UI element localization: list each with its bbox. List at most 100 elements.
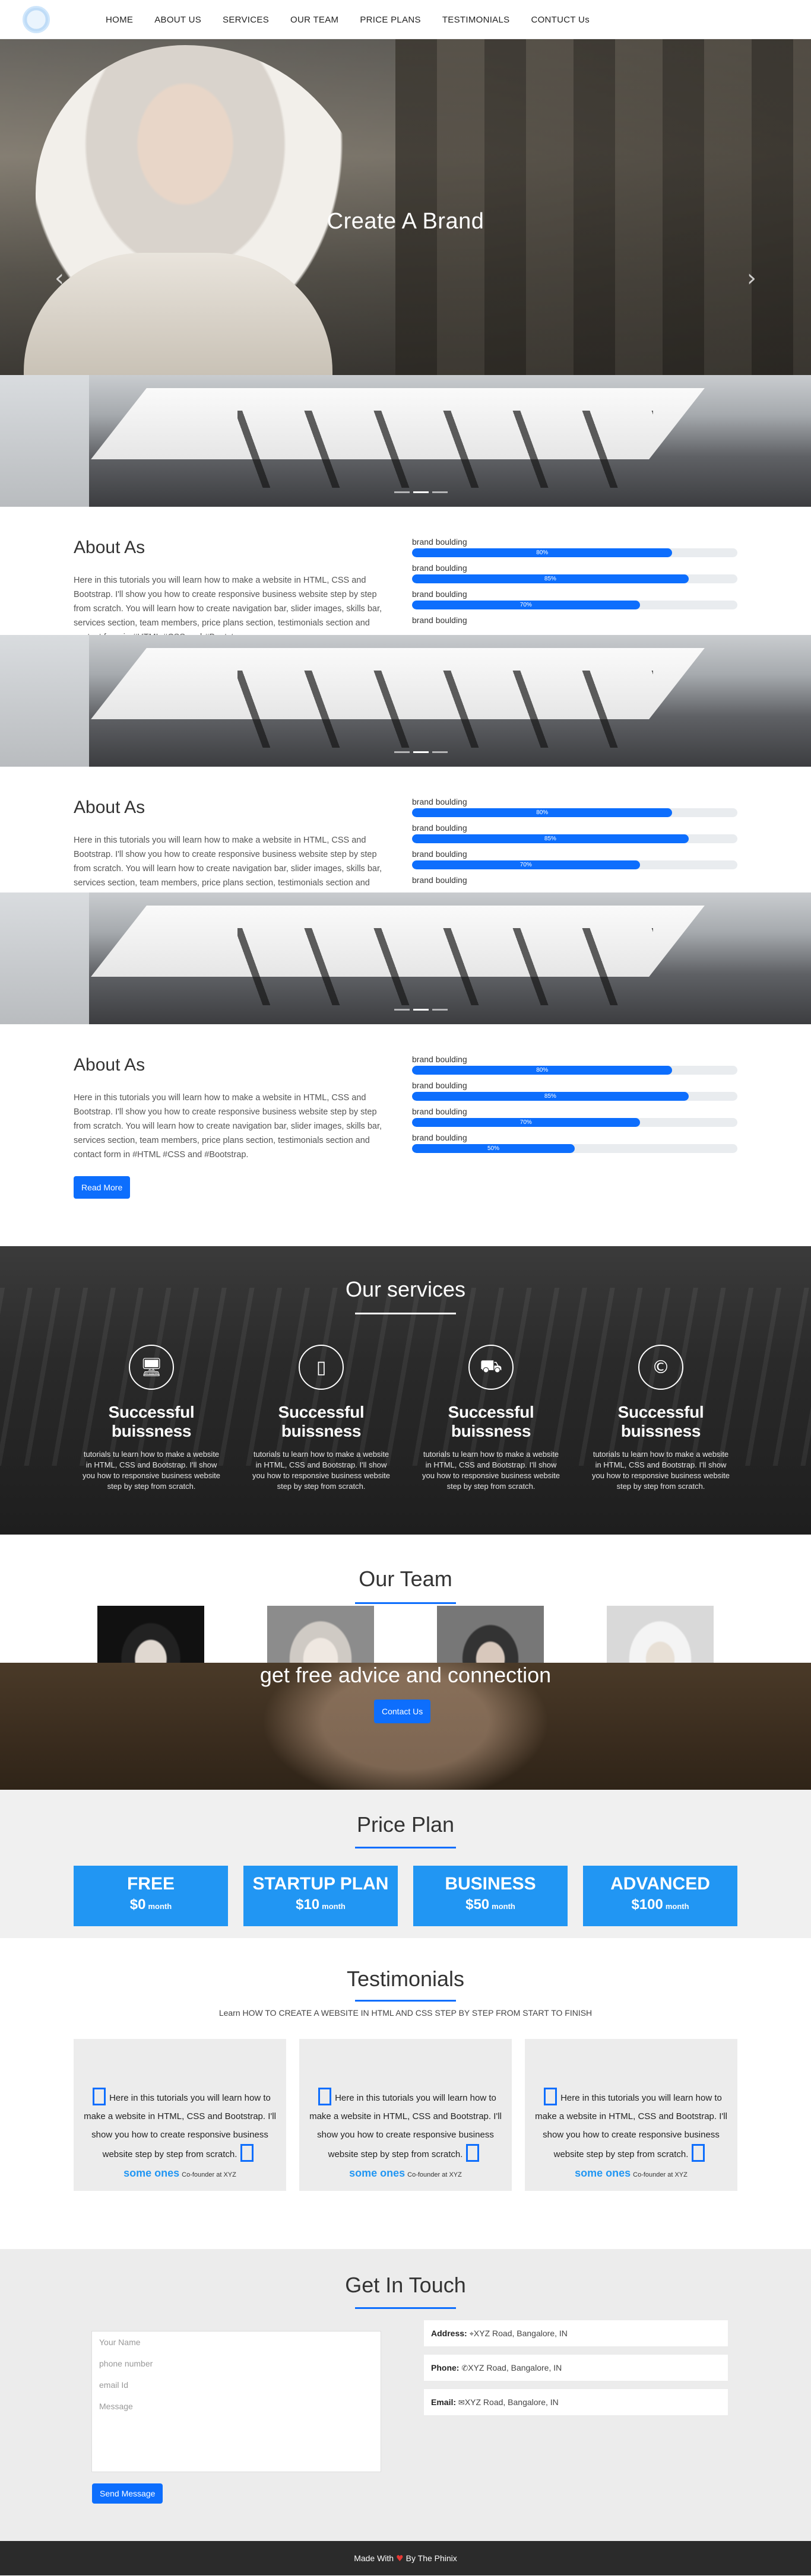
nav-services[interactable]: SERVICES (212, 15, 280, 25)
service-title: Successful buissness (108, 1403, 195, 1440)
testimonials-subtitle: Learn HOW TO CREATE A WEBSITE IN HTML AN… (218, 2008, 593, 2018)
skill-item: brand boulding 70% (412, 1105, 737, 1127)
skill-label: brand boulding (412, 1107, 467, 1116)
slider-indicator[interactable] (432, 491, 448, 493)
progress-fill: 70% (412, 601, 640, 609)
progress-bar: 70% (412, 601, 737, 609)
contact-us-button[interactable]: Contact Us (374, 1700, 431, 1723)
plan-name: ADVANCED (610, 1874, 710, 1894)
logo[interactable] (23, 6, 50, 33)
advice-banner: get free advice and connection Contact U… (0, 1663, 811, 1790)
chevron-right-icon[interactable]: › (747, 265, 756, 292)
plan-amount: $10 (296, 1897, 320, 1913)
progress-bar: 85% (412, 574, 737, 583)
contact-section: Get In Touch Your Name phone number emai… (0, 2249, 811, 2541)
progress-fill: 70% (412, 860, 640, 869)
envelope-icon: ✉ (458, 2399, 465, 2407)
team-section: Our Team (0, 1535, 811, 1663)
contact-title: Get In Touch (345, 2273, 466, 2297)
progress-bar: 85% (412, 1092, 737, 1101)
plan-price: $100 month (583, 1897, 737, 1913)
team-member-photo (267, 1606, 374, 1663)
slider-indicator[interactable] (394, 1009, 410, 1011)
nav-our-team[interactable]: OUR TEAM (280, 15, 349, 25)
footer: Made With ♥ By The Phinix (0, 2541, 811, 2575)
slider-indicator[interactable] (432, 1009, 448, 1011)
price-card[interactable]: STARTUP PLAN $10 month (243, 1866, 398, 1926)
skill-item: brand boulding (412, 614, 737, 627)
conference-slider-2 (0, 635, 811, 767)
skill-label: brand boulding (412, 589, 467, 599)
team-member-photo (437, 1606, 544, 1663)
nav-price-plans[interactable]: PRICE PLANS (349, 15, 432, 25)
nav-testimonials[interactable]: TESTIMONIALS (432, 15, 521, 25)
read-more-button[interactable]: Read More (74, 1176, 131, 1199)
conference-slider-3 (0, 892, 811, 1024)
price-card[interactable]: ADVANCED $100 month (583, 1866, 737, 1926)
slider-chairs (237, 411, 653, 488)
price-card[interactable]: BUSINESS $50 month (413, 1866, 568, 1926)
progress-bar: 70% (412, 1118, 737, 1127)
plan-amount: $0 (129, 1897, 146, 1913)
nav-contact-us[interactable]: CONTUCT Us (520, 15, 600, 25)
slider-indicator[interactable] (413, 751, 429, 753)
testimonial-author: some ones Co-founder at XYZ (299, 2167, 512, 2180)
slider-indicator[interactable] (394, 751, 410, 753)
send-message-button[interactable]: Send Message (92, 2483, 163, 2504)
service-card: ▯ Successful buissness tutorials tu lear… (241, 1345, 401, 1492)
hero-slider: Create A Brand ‹ › (0, 39, 811, 375)
plan-price: $50 month (413, 1897, 568, 1913)
name-field[interactable]: Your Name (92, 2332, 381, 2353)
hero-title: Create A Brand (327, 209, 484, 234)
car-icon: ⛟ (468, 1345, 514, 1390)
plan-period: month (322, 1902, 346, 1911)
slider-indicator[interactable] (413, 491, 429, 493)
map-marker-icon: ⌖ (469, 2330, 474, 2339)
email-field[interactable]: email Id (92, 2374, 381, 2396)
progress-bar: 85% (412, 834, 737, 843)
chevron-left-icon[interactable]: ‹ (55, 265, 64, 292)
slider-wall (0, 375, 89, 507)
price-card[interactable]: FREE $0 month (74, 1866, 228, 1926)
phone-field[interactable]: phone number (92, 2353, 381, 2374)
about-title: About As (74, 538, 145, 557)
testimonial-card: Here in this tutorials you will learn ho… (74, 2039, 286, 2191)
progress-fill: 50% (412, 1144, 575, 1153)
message-field[interactable]: Message (92, 2396, 381, 2472)
skill-item: brand boulding 85% (412, 561, 737, 583)
skill-item: brand boulding 70% (412, 847, 737, 869)
nav-home[interactable]: HOME (95, 15, 144, 25)
plan-period: month (492, 1902, 515, 1911)
conference-slider-1 (0, 375, 811, 507)
slider-indicator[interactable] (432, 751, 448, 753)
address-info: Address: ⌖XYZ Road, Bangalore, IN (424, 2320, 728, 2346)
service-card: 🖥 Successful buissness tutorials tu lear… (71, 1345, 232, 1492)
footer-prefix: Made With (354, 2553, 394, 2563)
nav-about-us[interactable]: ABOUT US (144, 15, 212, 25)
nav-menu: HOME ABOUT US SERVICES OUR TEAM PRICE PL… (95, 0, 600, 39)
service-title: Successful buissness (448, 1403, 534, 1440)
slider-indicator[interactable] (394, 491, 410, 493)
hero-background-building (395, 39, 811, 375)
slider-indicators (394, 751, 448, 753)
testimonial-text: Here in this tutorials you will learn ho… (533, 2088, 729, 2164)
email-info: Email: ✉XYZ Road, Bangalore, IN (424, 2389, 728, 2415)
about-title: About As (74, 798, 145, 817)
service-title: Successful buissness (278, 1403, 365, 1440)
service-text: tutorials tu learn how to make a website… (252, 1450, 390, 1491)
author-role: Co-founder at XYZ (407, 2171, 462, 2178)
progress-bar: 80% (412, 808, 737, 817)
skill-item: brand boulding (412, 874, 737, 887)
skill-item: brand boulding 80% (412, 535, 737, 557)
plan-price: $0 month (74, 1897, 228, 1913)
skill-item: brand boulding 70% (412, 587, 737, 609)
service-title: Successful buissness (617, 1403, 704, 1440)
testimonial-text: Here in this tutorials you will learn ho… (82, 2088, 278, 2164)
author-name: some ones (123, 2167, 180, 2179)
monitor-icon: 🖥 (129, 1345, 174, 1390)
about-section-1: About As Here in this tutorials you will… (0, 507, 811, 635)
tablet-icon: ▯ (299, 1345, 344, 1390)
author-name: some ones (349, 2167, 406, 2179)
service-text: tutorials tu learn how to make a website… (592, 1450, 730, 1491)
slider-indicator[interactable] (413, 1009, 429, 1011)
